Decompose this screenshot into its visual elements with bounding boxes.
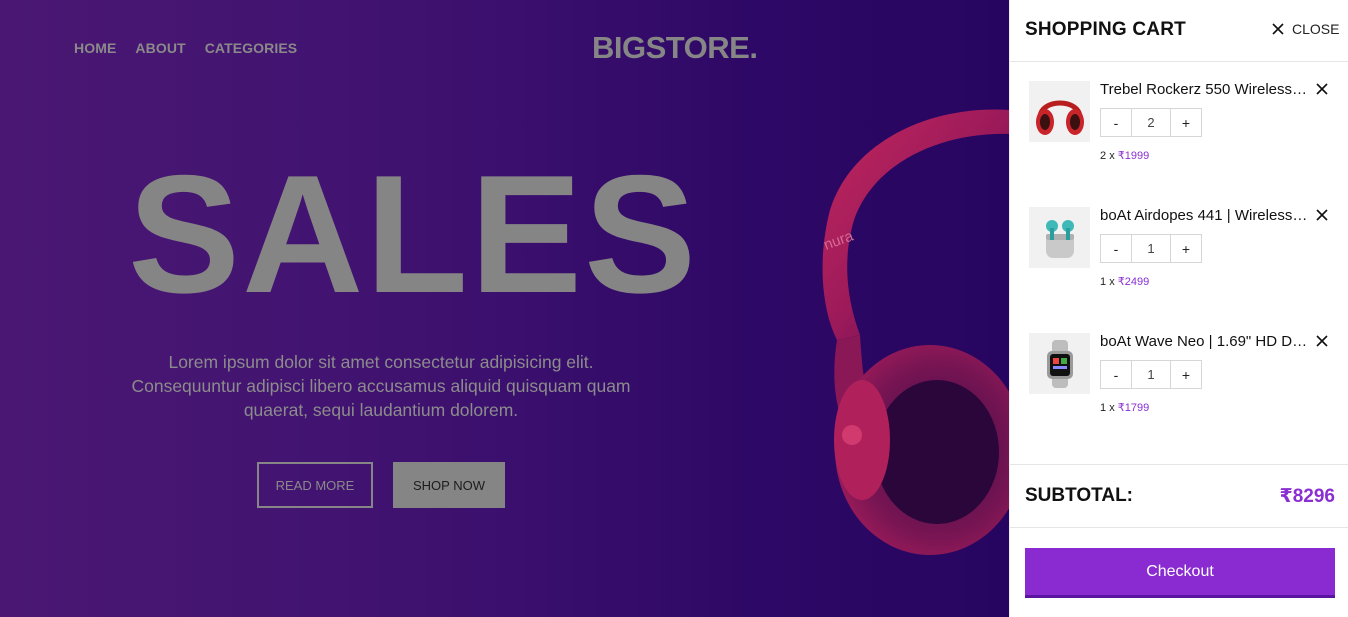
close-label: CLOSE xyxy=(1292,21,1340,37)
decrease-qty-button[interactable]: - xyxy=(1101,109,1131,136)
line-price: 2 x ₹1999 xyxy=(1100,149,1149,162)
close-icon xyxy=(1316,209,1328,221)
hero-tagline: Lorem ipsum dolor sit amet consectetur a… xyxy=(131,352,631,420)
increase-qty-button[interactable]: + xyxy=(1171,235,1201,262)
shopping-cart-panel: SHOPPING CART CLOSE Trebel Rockerz 550 W… xyxy=(1009,0,1348,617)
line-price: 1 x ₹1799 xyxy=(1100,401,1149,414)
hero-headline: SALES xyxy=(128,140,699,328)
hero-section: HOME ABOUT CATEGORIES BIGSTORE. SALES Lo… xyxy=(0,0,1009,617)
remove-item-button[interactable] xyxy=(1315,209,1329,223)
nav-home[interactable]: HOME xyxy=(74,40,116,56)
remove-item-button[interactable] xyxy=(1315,83,1329,97)
qty-value: 2 xyxy=(1131,109,1171,136)
remove-item-button[interactable] xyxy=(1315,335,1329,349)
close-icon xyxy=(1316,83,1328,95)
times-sign: x xyxy=(1109,402,1115,414)
decrease-qty-button[interactable]: - xyxy=(1101,235,1131,262)
qty-value: 1 xyxy=(1131,361,1171,388)
headphone-icon xyxy=(1035,100,1084,135)
main-nav: HOME ABOUT CATEGORIES xyxy=(74,40,297,56)
line-price: 1 x ₹2499 xyxy=(1100,275,1149,288)
subtotal-value: ₹8296 xyxy=(1279,486,1336,507)
headphone-hero-image: nura xyxy=(822,109,1009,555)
cart-header: SHOPPING CART CLOSE xyxy=(1010,0,1348,62)
shop-now-button[interactable]: SHOP NOW xyxy=(393,462,505,508)
item-name[interactable]: boAt Airdopes 441 | Wireless Earbuds xyxy=(1100,207,1310,224)
item-name[interactable]: Trebel Rockerz 550 Wireless Bluetooth He… xyxy=(1100,81,1310,98)
increase-qty-button[interactable]: + xyxy=(1171,361,1201,388)
line-qty: 1 xyxy=(1100,276,1107,288)
brand-logo[interactable]: BIGSTORE. xyxy=(592,30,758,66)
quantity-stepper: - 1 + xyxy=(1100,234,1202,263)
nav-categories[interactable]: CATEGORIES xyxy=(205,40,298,56)
times-sign: x xyxy=(1109,150,1115,162)
close-icon xyxy=(1316,335,1328,347)
item-name[interactable]: boAt Wave Neo | 1.69" HD Display Smartwa… xyxy=(1100,333,1310,350)
smartwatch-icon xyxy=(1046,339,1073,388)
unit-price: ₹1799 xyxy=(1117,402,1150,414)
cart-item: Trebel Rockerz 550 Wireless Bluetooth He… xyxy=(1010,81,1348,181)
unit-price: ₹2499 xyxy=(1117,276,1150,288)
times-sign: x xyxy=(1109,276,1115,288)
increase-qty-button[interactable]: + xyxy=(1171,109,1201,136)
read-more-button[interactable]: READ MORE xyxy=(257,462,373,508)
subtotal-bar: SUBTOTAL: ₹8296 xyxy=(1010,464,1348,528)
cart-item: boAt Airdopes 441 | Wireless Earbuds - 1… xyxy=(1010,207,1348,307)
cart-item: boAt Wave Neo | 1.69" HD Display Smartwa… xyxy=(1010,333,1348,433)
product-thumbnail[interactable] xyxy=(1029,333,1090,394)
nav-about[interactable]: ABOUT xyxy=(135,40,185,56)
line-qty: 1 xyxy=(1100,402,1107,414)
line-qty: 2 xyxy=(1100,150,1107,162)
close-icon xyxy=(1272,23,1284,35)
cart-title: SHOPPING CART xyxy=(1025,19,1186,40)
product-thumbnail[interactable] xyxy=(1029,207,1090,268)
checkout-button[interactable]: Checkout xyxy=(1025,548,1335,598)
product-thumbnail[interactable] xyxy=(1029,81,1090,142)
close-cart-button[interactable]: CLOSE xyxy=(1272,21,1339,37)
unit-price: ₹1999 xyxy=(1117,150,1150,162)
earbuds-icon xyxy=(1045,219,1074,258)
qty-value: 1 xyxy=(1131,235,1171,262)
quantity-stepper: - 2 + xyxy=(1100,108,1202,137)
quantity-stepper: - 1 + xyxy=(1100,360,1202,389)
decrease-qty-button[interactable]: - xyxy=(1101,361,1131,388)
subtotal-label: SUBTOTAL: xyxy=(1025,485,1134,506)
